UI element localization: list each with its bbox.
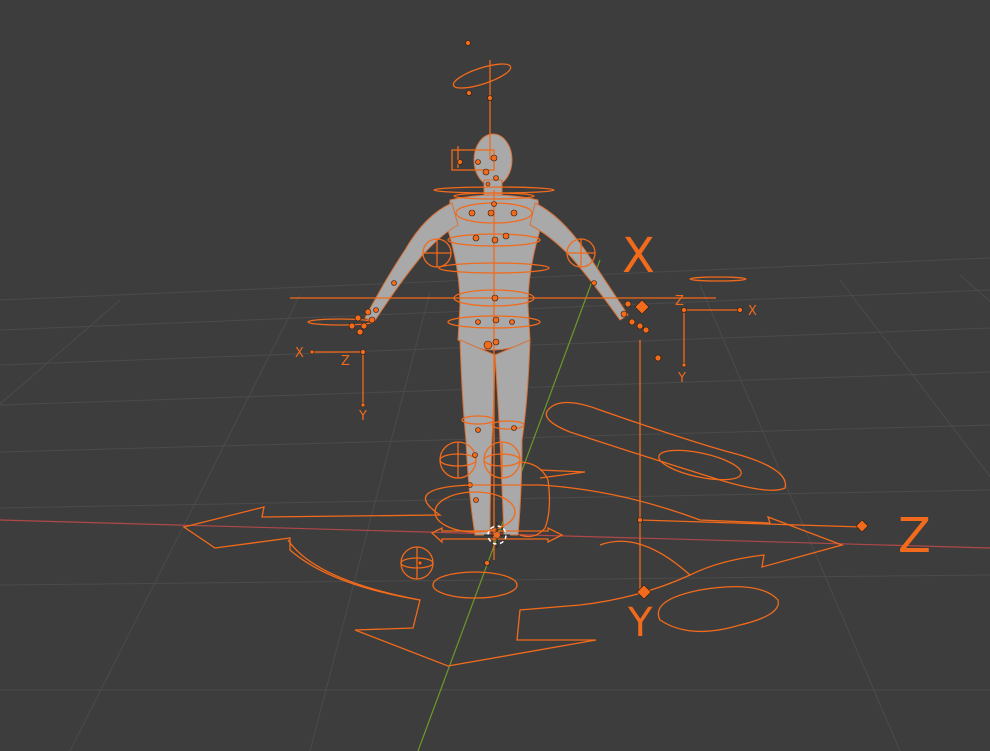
root-z-label: Z — [898, 508, 931, 564]
right-z-label: Z — [675, 294, 684, 309]
left-hand-controls[interactable] — [307, 307, 379, 336]
left-elbow-joint[interactable] — [391, 280, 397, 286]
hip-sphere-control[interactable] — [400, 546, 434, 580]
root-bone-joint[interactable] — [637, 517, 643, 523]
root-inner-curve-2 — [599, 540, 691, 576]
left-z-label: Z — [341, 354, 350, 369]
left-shoulder-control[interactable] — [422, 238, 452, 268]
foot-ik-control[interactable] — [657, 586, 779, 633]
root-y-label: Y — [627, 600, 653, 646]
left-y-label: Y — [358, 409, 367, 424]
root-y-handle[interactable] — [636, 584, 652, 600]
right-y-label: Y — [677, 371, 686, 386]
right-axes-gizmo[interactable]: X Z Y — [654, 276, 757, 386]
mesh-left-arm — [364, 202, 459, 323]
right-shoulder-control[interactable] — [566, 238, 596, 268]
left-knee-joint[interactable] — [475, 427, 481, 433]
root-z-line — [639, 519, 863, 528]
top-bone-joint-2[interactable] — [466, 90, 472, 96]
ankle-joint-3[interactable] — [473, 497, 479, 503]
right-hand-controls[interactable] — [620, 299, 650, 334]
left-x-label: X — [295, 346, 304, 361]
right-x-label: X — [748, 304, 757, 319]
right-elbow-joint[interactable] — [591, 280, 597, 286]
root-inner-curve — [287, 539, 421, 601]
top-bone-joint-3[interactable] — [487, 95, 493, 101]
mesh-left-leg — [459, 339, 496, 536]
base-ellipse-control[interactable] — [432, 571, 518, 599]
mesh-right-arm — [529, 202, 629, 321]
left-axes-gizmo[interactable]: X Z Y — [295, 346, 367, 424]
ankle-joint[interactable] — [472, 452, 478, 458]
top-bone-joint[interactable] — [465, 40, 471, 46]
ik-pole-control[interactable] — [545, 401, 787, 491]
foot-roll-control[interactable] — [517, 461, 551, 538]
ik-pole-control-2[interactable] — [656, 445, 743, 486]
right-knee-joint[interactable] — [511, 425, 517, 431]
big-x-label: X — [622, 228, 655, 284]
character-mesh[interactable] — [364, 133, 629, 536]
foot-heel-arrow[interactable] — [539, 469, 586, 479]
base-joint[interactable] — [484, 560, 490, 566]
3d-viewport[interactable]: X X Z Y X Z Y Z Y — [0, 0, 990, 751]
root-z-handle[interactable] — [855, 519, 869, 533]
head-halo-control[interactable] — [451, 59, 513, 93]
